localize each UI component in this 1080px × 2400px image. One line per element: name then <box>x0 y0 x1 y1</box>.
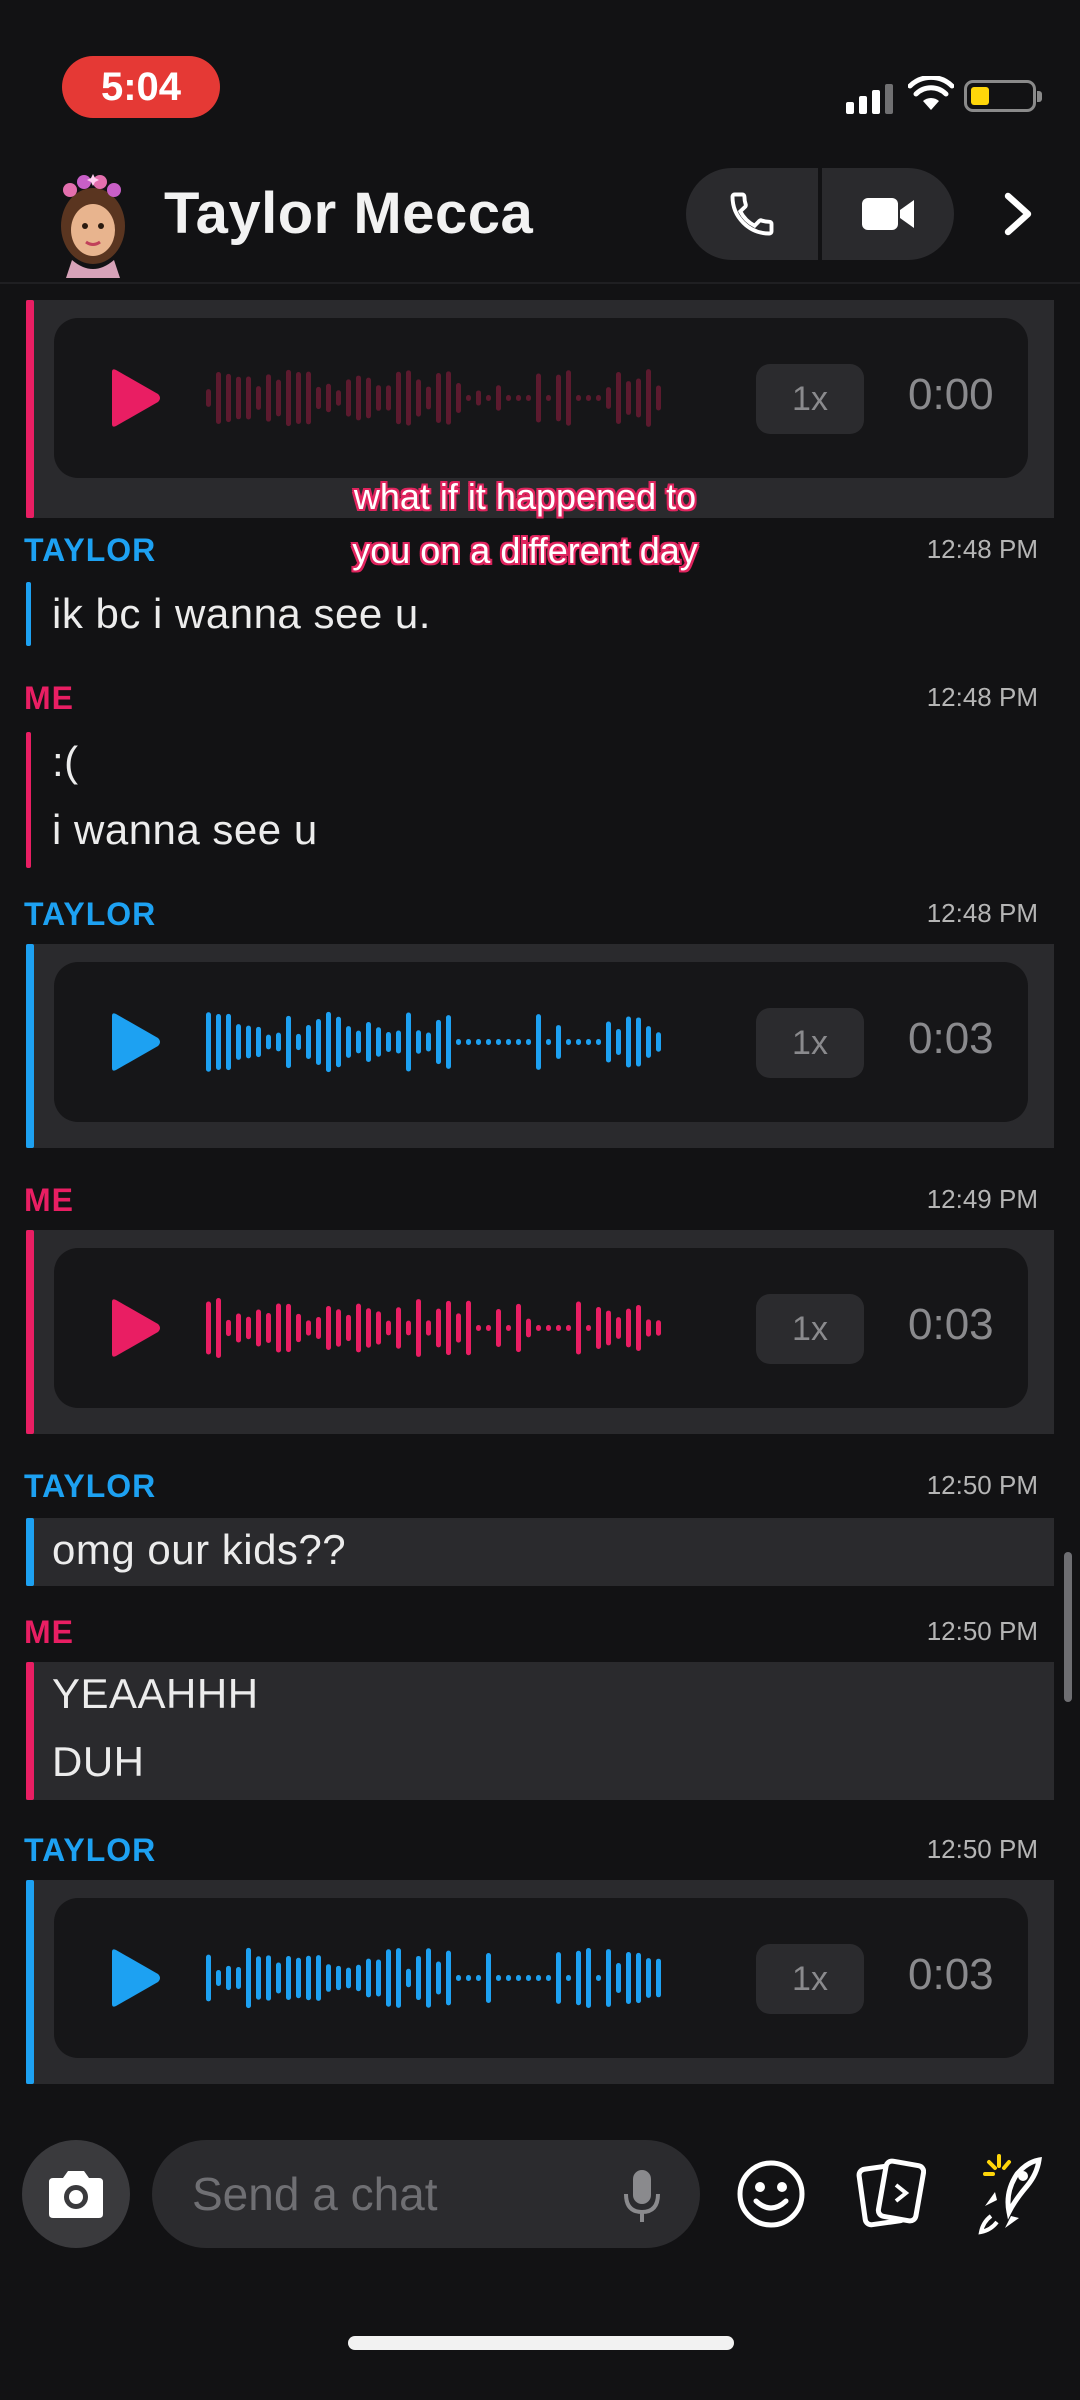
cellular-signal-icon <box>846 84 893 114</box>
video-caption-overlay: what if it happened to you on a differen… <box>300 470 750 578</box>
message-line: YEAAHHH <box>52 1670 259 1717</box>
message-timestamp: 12:48 PM <box>926 898 1038 928</box>
camera-icon <box>49 2171 103 2218</box>
bitmoji-avatar-icon[interactable] <box>50 168 136 278</box>
camera-button[interactable] <box>22 2140 130 2248</box>
scrollbar[interactable] <box>1064 1552 1072 1702</box>
audio-player[interactable]: 1x 0:03 <box>54 962 1028 1122</box>
emoji-button[interactable] <box>726 2140 816 2248</box>
message-line: omg our kids?? <box>52 1526 347 1573</box>
audio-player[interactable]: 1x 0:00 <box>54 318 1028 478</box>
caption-line: what if it happened to <box>353 476 697 517</box>
play-icon[interactable] <box>104 1010 164 1074</box>
play-icon[interactable] <box>104 1946 164 2010</box>
audio-duration: 0:00 <box>908 370 994 419</box>
chat-messages[interactable]: 1x 0:00 TAYLOR 12:48 PM ik bc i wanna se… <box>0 284 1080 2120</box>
microphone-icon[interactable] <box>616 2168 668 2224</box>
call-actions <box>686 168 954 260</box>
message-timestamp: 12:50 PM <box>926 1616 1038 1646</box>
video-camera-icon <box>862 198 914 230</box>
audio-duration: 0:03 <box>908 1950 994 1999</box>
message-line: i wanna see u <box>52 806 318 853</box>
sender-name: ME <box>24 680 74 716</box>
battery-icon <box>964 80 1042 112</box>
chevron-right-icon <box>1004 192 1032 236</box>
message-timestamp: 12:48 PM <box>926 682 1038 712</box>
voice-call-button[interactable] <box>686 168 818 260</box>
cards-icon <box>856 2158 926 2228</box>
playback-speed-button[interactable]: 1x <box>756 1008 864 1078</box>
send-chat-input[interactable] <box>192 2164 592 2224</box>
message-timestamp: 12:48 PM <box>926 534 1038 564</box>
message-text-taylor: TAYLOR 12:50 PM omg our kids?? <box>24 1468 1054 1590</box>
message-timestamp: 12:49 PM <box>926 1184 1038 1214</box>
status-time: 5:04 <box>62 56 220 118</box>
forward-button[interactable] <box>990 186 1046 242</box>
sender-name: TAYLOR <box>24 1468 157 1504</box>
stickers-button[interactable] <box>846 2140 936 2248</box>
chat-header: Taylor Mecca <box>0 150 1080 282</box>
playback-speed-button[interactable]: 1x <box>756 1944 864 2014</box>
sender-name: TAYLOR <box>24 532 157 568</box>
sender-name: TAYLOR <box>24 1832 157 1868</box>
chat-input-field[interactable] <box>152 2140 700 2248</box>
message-timestamp: 12:50 PM <box>926 1470 1038 1500</box>
waveform <box>206 1297 661 1359</box>
audio-player[interactable]: 1x 0:03 <box>54 1248 1028 1408</box>
waveform <box>206 369 661 427</box>
sender-name: ME <box>24 1182 74 1218</box>
message-audio-taylor: TAYLOR 12:50 PM 1x 0:03 <box>24 1832 1054 2096</box>
sender-name: ME <box>24 1614 74 1650</box>
playback-speed-button[interactable]: 1x <box>756 1294 864 1364</box>
audio-player[interactable]: 1x 0:03 <box>54 1898 1028 2058</box>
message-timestamp: 12:50 PM <box>926 1834 1038 1864</box>
games-button[interactable] <box>964 2140 1054 2248</box>
message-line: ik bc i wanna see u. <box>52 590 431 637</box>
message-text-me: ME 12:50 PM YEAAHHH DUH <box>24 1614 1054 1800</box>
chat-title[interactable]: Taylor Mecca <box>164 180 533 247</box>
message-line: DUH <box>52 1738 145 1785</box>
home-indicator[interactable] <box>348 2336 734 2350</box>
message-line: :( <box>52 738 79 785</box>
waveform <box>206 1011 661 1073</box>
play-icon[interactable] <box>104 1296 164 1360</box>
audio-duration: 0:03 <box>908 1014 994 1063</box>
caption-line: you on a different day <box>352 530 698 571</box>
wifi-icon <box>908 76 954 110</box>
chat-composer <box>0 2120 1080 2400</box>
message-audio-taylor: TAYLOR 12:48 PM 1x 0:03 <box>24 896 1054 1160</box>
playback-speed-button[interactable]: 1x <box>756 364 864 434</box>
sender-name: TAYLOR <box>24 896 157 932</box>
smiley-icon <box>737 2160 805 2228</box>
play-icon[interactable] <box>104 366 164 430</box>
message-audio-me: ME 12:49 PM 1x 0:03 <box>24 1182 1054 1446</box>
audio-duration: 0:03 <box>908 1300 994 1349</box>
waveform <box>206 1947 661 2009</box>
rocket-icon <box>978 2154 1042 2235</box>
message-text-me: ME 12:48 PM :( i wanna see u <box>24 680 1054 868</box>
phone-icon <box>730 192 774 236</box>
video-call-button[interactable] <box>822 168 954 260</box>
